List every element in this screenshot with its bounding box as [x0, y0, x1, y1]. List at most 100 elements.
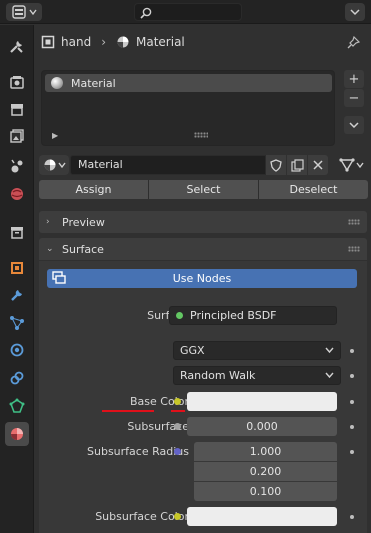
surface-shader-selector[interactable]: Principled BSDF [169, 306, 337, 325]
search-input[interactable] [134, 3, 242, 21]
preview-panel-title: Preview [62, 215, 105, 229]
subsurface-radius-z-field[interactable]: 0.100 [194, 482, 337, 501]
list-options-toggle-icon[interactable]: ▶ [52, 131, 58, 140]
breadcrumb: hand › Material [35, 25, 371, 59]
world-icon [11, 188, 23, 200]
surface-panel-header[interactable]: ⌄ Surface [39, 238, 367, 260]
header-menu-button[interactable] [345, 3, 365, 21]
distribution-value: GGX [180, 344, 205, 357]
tab-tool[interactable] [5, 34, 29, 58]
chevron-down-icon [28, 9, 37, 16]
properties-main: hand › Material Material ▶ + − Material [35, 25, 371, 533]
select-button[interactable]: Select [149, 180, 259, 199]
modifier-icon [11, 290, 22, 301]
properties-header [0, 0, 371, 24]
keyframe-dot-icon[interactable] [350, 349, 354, 353]
particles-icon [10, 316, 24, 330]
panel-drag-grip[interactable] [348, 219, 360, 225]
subsurface-method-dropdown[interactable]: Random Walk [173, 366, 341, 385]
view-layer-icon [10, 129, 24, 143]
duplicate-material-button[interactable] [287, 155, 307, 175]
keyframe-dot-icon[interactable] [350, 425, 354, 429]
collection-icon [11, 227, 23, 239]
tab-render[interactable] [5, 70, 29, 94]
tab-output[interactable] [5, 97, 29, 121]
pin-icon[interactable] [347, 36, 360, 49]
panel-drag-grip[interactable] [348, 246, 360, 252]
material-preview-icon [51, 77, 63, 89]
plus-icon: + [348, 71, 360, 87]
browse-material-button[interactable] [39, 155, 69, 175]
chevron-down-icon [325, 347, 334, 354]
tab-particles[interactable] [5, 311, 29, 335]
scene-icon [11, 159, 23, 173]
tab-view-layer[interactable] [5, 124, 29, 148]
tab-physics[interactable] [5, 338, 29, 362]
subsurface-color-swatch[interactable] [187, 507, 337, 526]
material-icon [11, 428, 23, 440]
tab-object[interactable] [5, 256, 29, 280]
subsurface-method-value: Random Walk [180, 369, 256, 382]
material-name-field[interactable]: Material [70, 155, 266, 175]
shader-socket-icon [176, 312, 183, 319]
use-nodes-button[interactable]: Use Nodes [47, 269, 357, 288]
color-socket-icon[interactable] [174, 398, 181, 405]
output-icon [11, 104, 23, 116]
render-icon [10, 76, 24, 89]
object-data-icon [9, 398, 25, 413]
slot-specials-button[interactable] [344, 116, 364, 134]
material-slot-list[interactable]: Material ▶ [41, 70, 335, 146]
breadcrumb-object: hand [61, 35, 92, 49]
vector-socket-icon[interactable] [174, 448, 181, 455]
tab-collection[interactable] [5, 220, 29, 244]
constraints-icon [10, 371, 24, 385]
tab-material[interactable] [5, 422, 29, 446]
subsurface-radius-x-field[interactable]: 1.000 [194, 442, 337, 461]
search-icon [140, 7, 152, 19]
subsurface-field[interactable]: 0.000 [187, 417, 337, 436]
tab-world[interactable] [5, 182, 29, 206]
annotation-underline [171, 410, 185, 412]
tool-icon [10, 41, 23, 53]
tab-object-data[interactable] [5, 394, 29, 418]
breadcrumb-material: Material [136, 35, 185, 49]
deselect-button[interactable]: Deselect [259, 180, 368, 199]
chevron-down-icon [349, 122, 359, 129]
object-icon [11, 262, 23, 274]
keyframe-dot-icon[interactable] [350, 515, 354, 519]
chevron-right-icon: › [46, 217, 50, 227]
unlink-material-button[interactable] [308, 155, 328, 175]
surface-shader-value: Principled BSDF [190, 309, 277, 322]
tab-constraints[interactable] [5, 366, 29, 390]
properties-editor-icon [11, 5, 26, 19]
remove-slot-button[interactable]: − [344, 89, 364, 107]
tab-modifier[interactable] [5, 283, 29, 307]
editor-type-button[interactable] [6, 3, 42, 21]
preview-panel-header[interactable]: › Preview [39, 211, 367, 233]
tab-scene[interactable] [5, 154, 29, 178]
surface-panel-title: Surface [62, 242, 104, 256]
chevron-down-icon [57, 162, 66, 169]
keyframe-dot-icon[interactable] [350, 400, 354, 404]
material-slot-item[interactable]: Material [45, 74, 332, 92]
chevron-down-icon: ⌄ [46, 244, 54, 254]
assign-button[interactable]: Assign [39, 180, 149, 199]
material-icon [44, 159, 55, 171]
float-socket-icon[interactable] [174, 423, 181, 430]
node-icon [52, 271, 66, 284]
physics-icon [10, 343, 24, 357]
fake-user-button[interactable] [266, 155, 286, 175]
list-resize-grip[interactable] [194, 132, 208, 138]
keyframe-dot-icon[interactable] [350, 374, 354, 378]
mesh-object-icon [41, 35, 55, 49]
close-icon [313, 160, 323, 170]
base-color-swatch[interactable] [187, 392, 337, 411]
subsurface-radius-y-field[interactable]: 0.200 [194, 462, 337, 481]
keyframe-dot-icon[interactable] [350, 450, 354, 454]
color-socket-icon[interactable] [174, 513, 181, 520]
add-slot-button[interactable]: + [344, 70, 364, 88]
node-link-button[interactable] [335, 155, 367, 175]
material-icon [117, 36, 129, 48]
material-slot-label: Material [71, 76, 116, 90]
distribution-dropdown[interactable]: GGX [173, 341, 341, 360]
